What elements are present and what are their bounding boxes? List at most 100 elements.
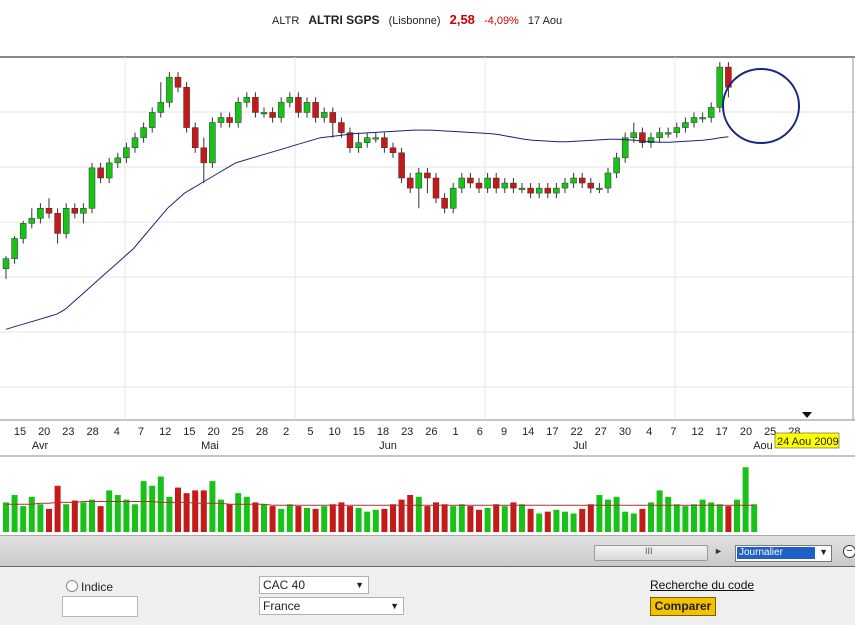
volume-bar <box>114 495 121 532</box>
volume-bar <box>312 508 319 532</box>
volume-bar <box>622 511 629 532</box>
chart-grid <box>0 56 855 457</box>
volume-bar <box>716 504 723 532</box>
period-value: Journalier <box>737 547 815 559</box>
candle <box>527 183 534 199</box>
candle-body <box>363 137 371 143</box>
candle-body <box>415 172 423 189</box>
indice-radio[interactable] <box>66 580 78 592</box>
candle <box>303 97 311 118</box>
cursor-date: 24 Aou 2009 <box>777 436 839 448</box>
candle <box>389 142 397 158</box>
candle-body <box>673 127 681 133</box>
volume-bar <box>200 490 207 532</box>
candle-body <box>510 182 517 189</box>
candle-body <box>54 213 61 234</box>
x-tick-label: 5 <box>307 426 313 438</box>
x-axis-months: Avr Mai Jun Jul Aou <box>32 440 773 452</box>
x-month-label: Jul <box>573 440 587 452</box>
x-tick-label: 27 <box>595 426 607 438</box>
candle <box>458 172 466 194</box>
candle-body <box>312 102 319 118</box>
scroll-grip-icon[interactable]: III <box>645 546 653 556</box>
volume-bar <box>708 502 715 532</box>
candle <box>148 107 156 133</box>
volume-bar <box>235 493 242 532</box>
volume-bar <box>673 504 680 532</box>
volume-bar <box>519 504 525 532</box>
last-price: 2,58 <box>449 12 475 27</box>
volume-bar <box>20 506 27 532</box>
candle-body <box>449 187 457 209</box>
candle-body <box>243 97 251 103</box>
candle-body <box>234 102 242 123</box>
x-tick-label: 12 <box>159 426 171 438</box>
volume-bar <box>484 507 491 532</box>
candle-body <box>381 137 388 148</box>
volume-bar <box>725 506 732 532</box>
candle-body <box>2 258 10 270</box>
indice-input[interactable] <box>62 596 138 617</box>
candle-body <box>19 223 27 239</box>
candle <box>647 132 655 148</box>
candle <box>234 97 242 128</box>
candle <box>682 117 689 133</box>
scroll-right-icon[interactable]: ► <box>714 546 723 556</box>
candle <box>105 157 113 184</box>
x-tick-label: 18 <box>377 426 389 438</box>
candle <box>140 122 147 143</box>
x-tick-label: 25 <box>764 426 776 438</box>
candle-body <box>604 172 612 189</box>
candle <box>243 92 251 108</box>
candle-body <box>114 157 122 164</box>
chart-scrollbar[interactable]: III <box>594 545 708 561</box>
volume-bar <box>218 499 224 532</box>
volume-bar <box>381 508 388 532</box>
volume-bar <box>226 504 233 532</box>
candle <box>183 82 190 133</box>
candle-body <box>131 137 139 148</box>
candle-body <box>200 147 208 164</box>
candle <box>252 92 259 118</box>
candle <box>226 112 233 128</box>
volume-bars <box>3 467 758 532</box>
candle <box>97 162 104 184</box>
indice-label: Indice <box>81 580 114 594</box>
price-chart[interactable]: 15 20 23 28 4 7 12 15 20 25 28 2 5 10 15 18 23 26 1 6 9 14 17 2… <box>0 38 855 535</box>
volume-bar <box>329 504 336 532</box>
candle <box>355 132 362 153</box>
volume-bar <box>209 481 216 532</box>
candle-body <box>88 167 96 209</box>
volume-bar <box>467 506 474 532</box>
candle <box>510 178 517 194</box>
candle <box>123 142 130 163</box>
candle-body <box>553 187 560 194</box>
period-select[interactable]: Journalier ▼ <box>735 545 832 562</box>
volume-bar <box>80 502 87 532</box>
candle-body <box>630 132 638 138</box>
price-change: -4,09% <box>483 15 519 27</box>
x-tick-label: 23 <box>401 426 413 438</box>
volume-bar <box>286 504 293 532</box>
candle-body <box>432 177 440 199</box>
volume-bar <box>183 493 190 532</box>
security-name: ALTRI SGPS <box>308 13 380 27</box>
candle-body <box>596 187 603 190</box>
chevron-down-icon: ▼ <box>355 580 364 590</box>
volume-bar <box>613 496 620 532</box>
volume-bar <box>140 481 147 532</box>
search-code-link[interactable]: Recherche du code <box>650 578 754 592</box>
zoom-out-icon[interactable]: − <box>843 545 855 558</box>
candle <box>432 172 440 204</box>
candle-body <box>140 127 147 138</box>
chevron-down-icon[interactable]: ▼ <box>819 547 828 557</box>
volume-bar <box>261 504 267 532</box>
volume-bar <box>54 485 61 532</box>
compare-button[interactable]: Comparer <box>650 597 716 616</box>
candle <box>71 203 79 219</box>
country-select[interactable]: France ▼ <box>259 597 404 615</box>
x-tick-label: 15 <box>14 426 26 438</box>
index-select[interactable]: CAC 40 ▼ <box>259 576 369 594</box>
candle <box>174 72 182 93</box>
candle <box>518 183 526 194</box>
